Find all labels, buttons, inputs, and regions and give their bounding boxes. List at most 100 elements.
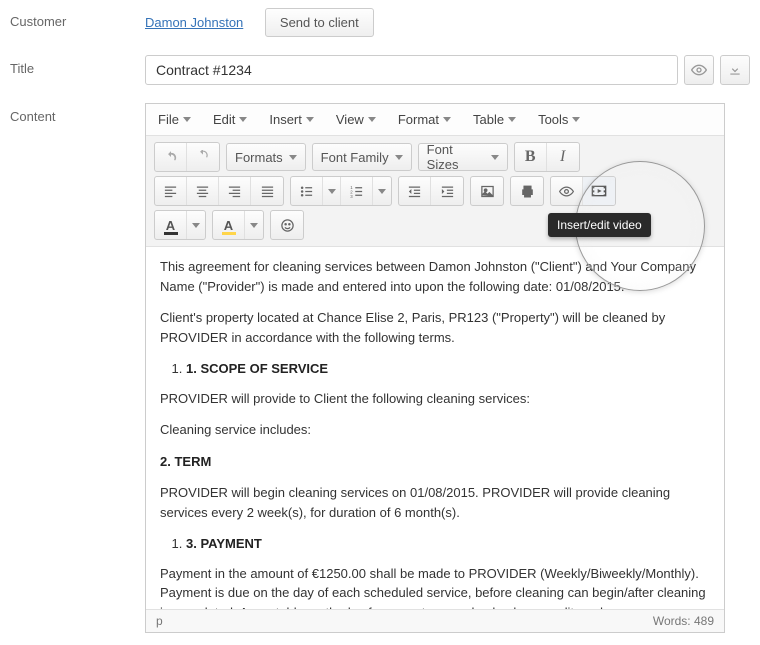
paragraph: This agreement for cleaning services bet… — [160, 257, 710, 296]
font-family-select[interactable]: Font Family — [312, 143, 412, 171]
content-label: Content — [10, 103, 145, 124]
number-list-button[interactable]: 123 — [341, 177, 373, 205]
emoji-group — [270, 210, 304, 240]
paragraph: Client's property located at Chance Elis… — [160, 308, 710, 347]
bold-italic-group: B I — [514, 142, 580, 172]
insert-video-button[interactable] — [583, 177, 615, 205]
indent-group — [398, 176, 464, 206]
title-label: Title — [10, 55, 145, 76]
list-item: 3. PAYMENT — [186, 534, 710, 554]
align-group — [154, 176, 284, 206]
image-group — [470, 176, 504, 206]
preview-editor-button[interactable] — [551, 177, 583, 205]
list-item: 1. SCOPE OF SERVICE — [186, 359, 710, 379]
emoji-button[interactable] — [271, 211, 303, 239]
paragraph: Cleaning service includes: — [160, 420, 710, 440]
align-justify-button[interactable] — [251, 177, 283, 205]
editor-menubar: File Edit Insert View Format Table Tools — [146, 104, 724, 136]
menu-insert[interactable]: Insert — [269, 112, 314, 127]
svg-text:3: 3 — [350, 193, 353, 198]
ordered-list: 1. SCOPE OF SERVICE — [160, 359, 710, 379]
caret-icon — [289, 155, 297, 160]
caret-icon — [491, 155, 499, 160]
bullet-list-icon — [299, 184, 314, 199]
number-list-icon: 123 — [349, 184, 364, 199]
number-list-more[interactable] — [373, 177, 391, 205]
caret-icon — [378, 189, 386, 194]
title-input[interactable] — [145, 55, 678, 85]
title-content — [145, 55, 750, 85]
align-right-icon — [227, 184, 242, 199]
heading: 2. TERM — [160, 452, 710, 472]
caret-icon — [443, 117, 451, 122]
outdent-button[interactable] — [399, 177, 431, 205]
image-icon — [480, 184, 495, 199]
customer-row: Customer Damon Johnston Send to client — [10, 8, 750, 37]
paragraph: PROVIDER will begin cleaning services on… — [160, 483, 710, 522]
list-group: 123 — [290, 176, 392, 206]
undo-button[interactable] — [155, 143, 187, 171]
italic-button[interactable]: I — [547, 143, 579, 171]
content-row: Content File Edit Insert View Format Tab… — [10, 103, 750, 633]
editor-body[interactable]: This agreement for cleaning services bet… — [146, 247, 724, 609]
caret-icon — [395, 155, 403, 160]
menu-edit[interactable]: Edit — [213, 112, 247, 127]
formats-select[interactable]: Formats — [226, 143, 306, 171]
menu-table[interactable]: Table — [473, 112, 516, 127]
bg-color-more[interactable] — [245, 211, 263, 239]
toolbar-row-3: A A — [154, 210, 716, 240]
download-icon — [728, 63, 742, 77]
rich-text-editor: File Edit Insert View Format Table Tools… — [145, 103, 725, 633]
smiley-icon — [280, 218, 295, 233]
preview-button[interactable] — [684, 55, 714, 85]
bold-button[interactable]: B — [515, 143, 547, 171]
menu-view[interactable]: View — [336, 112, 376, 127]
indent-icon — [440, 184, 455, 199]
menu-format[interactable]: Format — [398, 112, 451, 127]
undo-icon — [164, 150, 178, 164]
element-path[interactable]: p — [156, 614, 163, 628]
menu-tools[interactable]: Tools — [538, 112, 580, 127]
bullet-list-button[interactable] — [291, 177, 323, 205]
print-button[interactable] — [511, 177, 543, 205]
caret-icon — [508, 117, 516, 122]
editor-statusbar: p Words: 489 — [146, 609, 724, 632]
video-icon — [591, 183, 607, 199]
text-color-more[interactable] — [187, 211, 205, 239]
download-button[interactable] — [720, 55, 750, 85]
caret-icon — [250, 223, 258, 228]
redo-button[interactable] — [187, 143, 219, 171]
text-color-button[interactable]: A — [155, 211, 187, 239]
indent-button[interactable] — [431, 177, 463, 205]
print-group — [510, 176, 544, 206]
font-sizes-select[interactable]: Font Sizes — [418, 143, 508, 171]
caret-icon — [239, 117, 247, 122]
insert-image-button[interactable] — [471, 177, 503, 205]
customer-content: Damon Johnston Send to client — [145, 8, 750, 37]
paragraph: PROVIDER will provide to Client the foll… — [160, 389, 710, 409]
editor-toolbar: Formats Font Family Font Sizes B I — [146, 136, 724, 247]
eye-icon — [691, 62, 707, 78]
send-to-client-button[interactable]: Send to client — [265, 8, 374, 37]
bg-color-group: A — [212, 210, 264, 240]
paragraph: Payment in the amount of €1250.00 shall … — [160, 564, 710, 610]
eye-icon — [559, 184, 574, 199]
align-left-button[interactable] — [155, 177, 187, 205]
bg-color-button[interactable]: A — [213, 211, 245, 239]
caret-icon — [328, 189, 336, 194]
caret-icon — [368, 117, 376, 122]
redo-icon — [196, 150, 210, 164]
customer-link[interactable]: Damon Johnston — [145, 15, 243, 30]
align-left-icon — [163, 184, 178, 199]
customer-label: Customer — [10, 8, 145, 29]
toolbar-row-2: 123 — [154, 176, 716, 206]
bullet-list-more[interactable] — [323, 177, 341, 205]
content-wrap: File Edit Insert View Format Table Tools… — [145, 103, 750, 633]
caret-icon — [572, 117, 580, 122]
outdent-icon — [407, 184, 422, 199]
align-right-button[interactable] — [219, 177, 251, 205]
text-color-group: A — [154, 210, 206, 240]
menu-file[interactable]: File — [158, 112, 191, 127]
print-icon — [520, 184, 535, 199]
align-center-button[interactable] — [187, 177, 219, 205]
